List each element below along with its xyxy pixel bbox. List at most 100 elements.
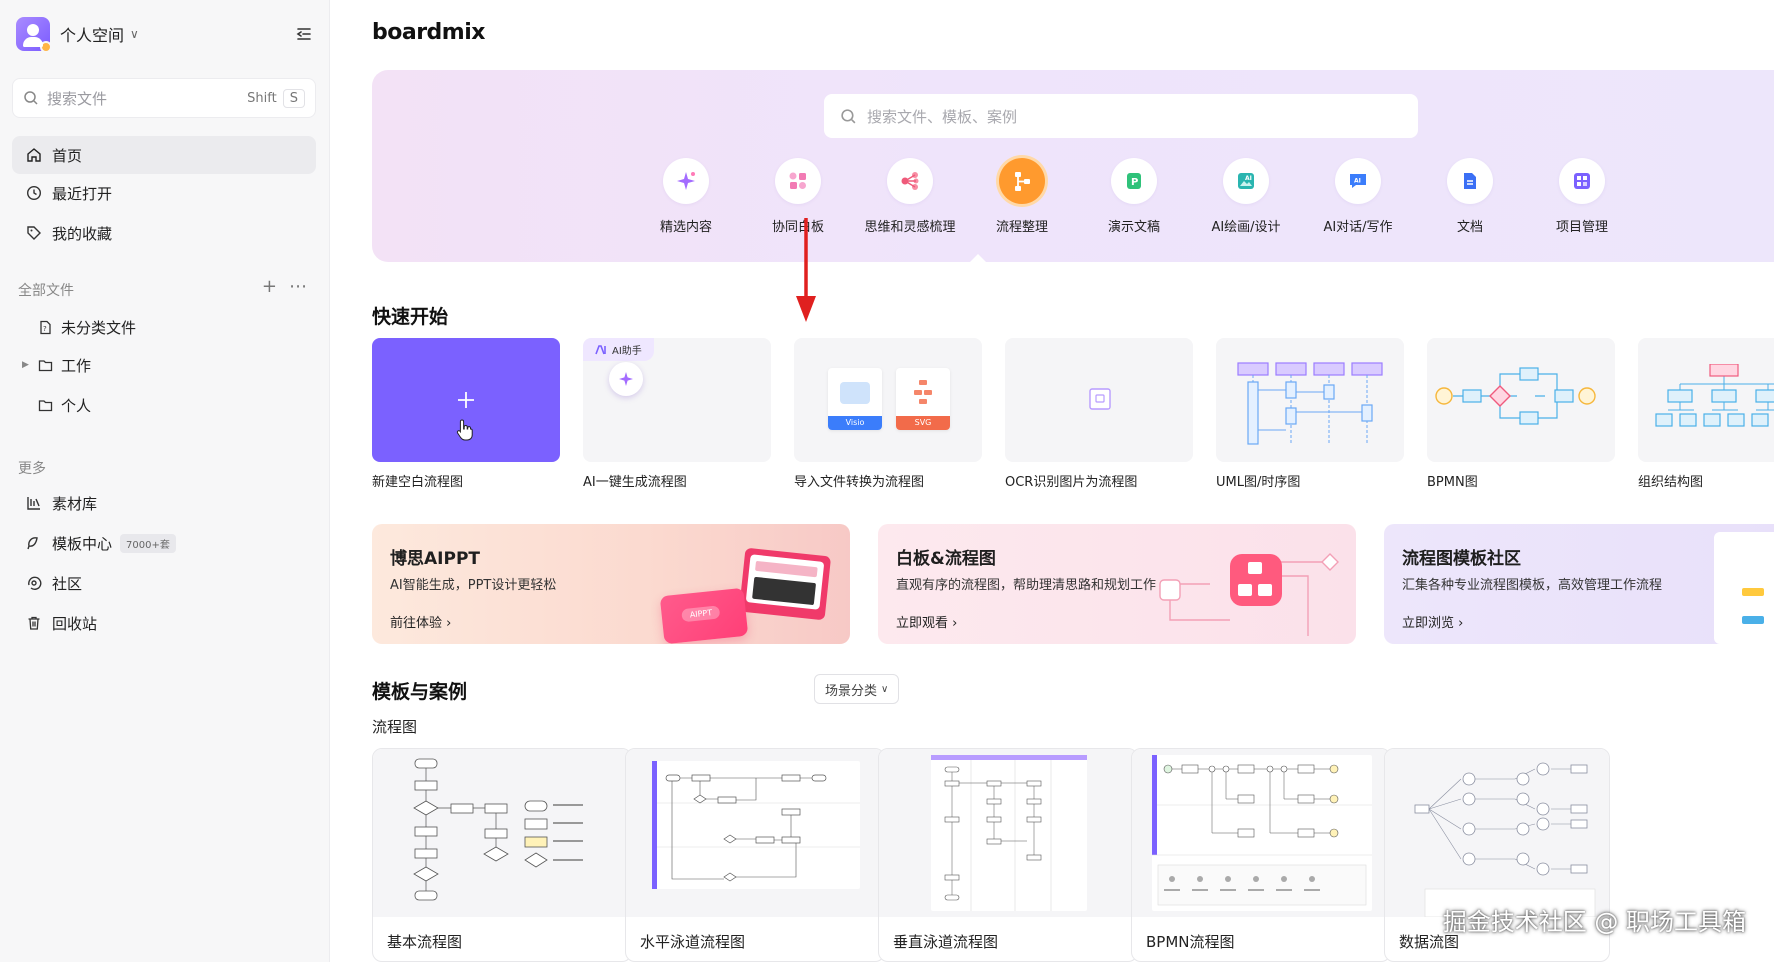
qs-label-blank: 新建空白流程图 — [372, 475, 464, 490]
ai-assistant-label: AI助手 — [612, 346, 642, 357]
svg-text:AI: AI — [1354, 178, 1361, 185]
qs-label-uml: UML图/时序图 — [1216, 475, 1301, 490]
qs-label-ai: AI一键生成流程图 — [583, 475, 687, 490]
community-icon — [28, 576, 42, 591]
bpmn-card[interactable] — [1427, 338, 1615, 462]
document-icon — [1464, 173, 1476, 189]
promo-link[interactable]: 立即观看 › — [896, 612, 957, 631]
promo-whiteboard[interactable]: 白板&流程图 直观有序的流程图，帮助理清思路和规划工作 立即观看 › — [878, 524, 1356, 644]
tag-icon — [27, 226, 41, 240]
sparkle-icon — [677, 172, 695, 190]
avatar — [16, 17, 52, 53]
tree-item-label: 未分类文件 — [61, 318, 137, 337]
visio-file-icon: Visio — [828, 368, 882, 430]
nav-library[interactable]: 素材库 — [12, 484, 316, 522]
template-card-bpmn[interactable]: BPMN流程图 — [1131, 748, 1391, 962]
presentation-icon: P — [1127, 173, 1141, 189]
category-tabs: 精选内容 协同白板 思维和灵感梳理 流程整理 P 演示文稿 AI AI绘画/设计 — [630, 158, 1638, 235]
nav-trash[interactable]: 回收站 — [12, 604, 316, 642]
collapse-sidebar-icon[interactable] — [294, 24, 314, 44]
avatar-badge — [40, 41, 52, 53]
space-name: 个人空间 — [60, 26, 125, 45]
tab-label: AI对话/写作 — [1323, 220, 1393, 235]
sidebar: 个人空间 ∨ 搜索文件 Shift S 首页 最近打开 我的收藏 全部文件 + … — [0, 0, 330, 962]
nav-home[interactable]: 首页 — [12, 136, 316, 174]
sidebar-search[interactable]: 搜索文件 Shift S — [12, 78, 316, 118]
whiteboard-icon — [789, 172, 806, 189]
chevron-down-icon: ∨ — [130, 27, 139, 41]
ai-sparkle-bubble — [609, 362, 643, 396]
nav-templates-label: 模板中心 — [52, 534, 113, 553]
uml-card[interactable] — [1216, 338, 1404, 462]
community-illustration — [1714, 532, 1774, 644]
tab-featured[interactable]: 精选内容 — [630, 158, 742, 235]
hero-banner: 搜索文件、模板、案例 精选内容 协同白板 思维和灵感梳理 流程整理 P 演示文稿 — [372, 70, 1774, 262]
folder-icon — [38, 359, 53, 371]
filter-label: 场景分类 — [825, 683, 878, 699]
nav-templates[interactable]: 模板中心 7000+套 — [12, 524, 316, 562]
promo-template-community[interactable]: 流程图模板社区 汇集各种专业流程图模板，高效管理工作流程 立即浏览 › — [1384, 524, 1774, 644]
brand-logo: boardmix — [372, 20, 485, 45]
tab-project[interactable]: 项目管理 — [1526, 158, 1638, 235]
qs-label-bpmn: BPMN图 — [1427, 475, 1478, 490]
nav-community[interactable]: 社区 — [12, 564, 316, 602]
ai-chat-icon: AI — [1350, 174, 1366, 188]
hero-search-placeholder: 搜索文件、模板、案例 — [867, 107, 1018, 126]
flowchart-icon — [1015, 172, 1030, 191]
template-title: 垂直泳道流程图 — [893, 933, 999, 951]
promo-link[interactable]: 前往体验 › — [390, 612, 451, 631]
mindmap-icon — [901, 172, 919, 190]
template-card-vertical-swimlane[interactable]: 垂直泳道流程图 — [878, 748, 1138, 962]
hero-search[interactable]: 搜索文件、模板、案例 — [824, 94, 1418, 138]
tree-item-unsorted[interactable]: ? 未分类文件 — [38, 310, 136, 344]
promo-title: 博思AIPPT — [390, 549, 480, 569]
import-file-card[interactable]: Visio SVG — [794, 338, 982, 462]
nav-recent[interactable]: 最近打开 — [12, 174, 316, 212]
nav-trash-label: 回收站 — [52, 614, 98, 633]
shortcut-shift: Shift — [247, 90, 277, 106]
home-icon — [27, 148, 41, 162]
more-icon[interactable]: ⋯ — [289, 276, 307, 297]
templates-subtitle: 流程图 — [372, 718, 418, 736]
template-thumbnail — [626, 749, 884, 917]
tab-flowchart[interactable]: 流程整理 — [966, 158, 1078, 235]
nav-favorites[interactable]: 我的收藏 — [12, 214, 316, 252]
template-card-basic[interactable]: 基本流程图 — [372, 748, 632, 962]
tree-item-personal[interactable]: 个人 — [38, 388, 91, 422]
tab-mindmap[interactable]: 思维和灵感梳理 — [854, 158, 966, 235]
ocr-card[interactable] — [1005, 338, 1193, 462]
promo-link-label: 前往体验 — [390, 616, 443, 631]
red-arrow-annotation — [796, 218, 816, 322]
active-tab-pointer — [970, 254, 986, 262]
main-content: boardmix 搜索文件、模板、案例 精选内容 协同白板 思维和灵感梳理 流程… — [330, 0, 1774, 962]
bpmn-diagram-thumb — [1435, 367, 1596, 425]
tree-item-work[interactable]: 工作 — [38, 348, 91, 382]
tab-label: 精选内容 — [659, 220, 712, 235]
org-chart-card[interactable] — [1638, 338, 1774, 462]
hand-cursor-icon — [456, 419, 473, 441]
add-icon[interactable]: + — [262, 276, 277, 297]
caret-right-icon[interactable]: ▶ — [22, 360, 29, 370]
ai-generate-card[interactable]: AI助手 — [583, 338, 771, 462]
template-card-horizontal-swimlane[interactable]: 水平泳道流程图 — [625, 748, 885, 962]
tab-ai-chat[interactable]: AI AI对话/写作 — [1302, 158, 1414, 235]
tab-label: 文档 — [1456, 220, 1483, 235]
search-icon — [841, 108, 856, 123]
ai-paint-icon: AI — [1238, 173, 1254, 189]
template-thumbnail — [879, 749, 1137, 917]
space-switcher[interactable]: 个人空间 ∨ — [16, 16, 314, 53]
promo-aippt[interactable]: 博思AIPPT AI智能生成，PPT设计更轻松 前往体验 › AIPPT — [372, 524, 850, 644]
scene-filter-dropdown[interactable]: 场景分类 ∨ — [814, 674, 900, 704]
template-thumbnail — [373, 749, 631, 917]
tab-ai-paint[interactable]: AI AI绘画/设计 — [1190, 158, 1302, 235]
new-blank-flowchart-card[interactable] — [372, 338, 560, 462]
aippt-illustration: AIPPT — [659, 547, 842, 644]
tab-presentation[interactable]: P 演示文稿 — [1078, 158, 1190, 235]
folder-icon — [38, 399, 53, 411]
promo-title: 白板&流程图 — [896, 549, 996, 569]
tab-document[interactable]: 文档 — [1414, 158, 1526, 235]
tab-label: 思维和灵感梳理 — [864, 220, 956, 235]
tab-label: AI绘画/设计 — [1211, 220, 1281, 235]
promo-link[interactable]: 立即浏览 › — [1402, 612, 1463, 631]
qs-label-ocr: OCR识别图片为流程图 — [1005, 475, 1138, 490]
